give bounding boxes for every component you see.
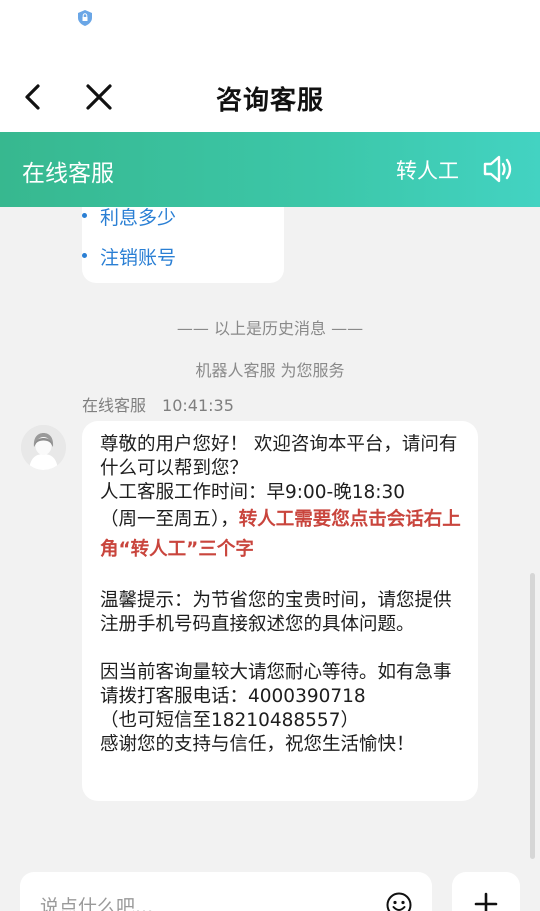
history-menu-card: 利息多少 注销账号 (81, 207, 284, 283)
history-menu-item[interactable]: 注销账号 (81, 243, 176, 270)
sender-name: 在线客服 (82, 396, 147, 415)
status-bar (0, 0, 540, 36)
message-text: 人工客服工作时间：早9:00-晚18:30 (100, 482, 406, 503)
scrollbar[interactable] (530, 573, 535, 859)
speaker-icon[interactable] (482, 154, 514, 184)
message-text: 因当前客询量较大请您耐心等待。如有急事请拨打客服电话：4000390718 (100, 662, 452, 707)
avatar (21, 425, 66, 470)
user-avatar-icon (21, 425, 66, 470)
message-input[interactable]: 说点什么吧... (20, 872, 432, 911)
input-placeholder: 说点什么吧... (40, 896, 154, 911)
title-bar: 咨询客服 (0, 36, 540, 132)
service-bar: 在线客服 转人工 (0, 132, 540, 207)
add-button[interactable] (452, 872, 520, 911)
message-time: 10:41:35 (162, 396, 234, 415)
service-title: 在线客服 (22, 161, 114, 187)
message-text: 感谢您的支持与信任，祝您生活愉快！ (100, 734, 415, 755)
transfer-to-human-button[interactable]: 转人工 (396, 155, 459, 185)
history-divider: —— 以上是历史消息 —— (176, 319, 364, 338)
plus-icon (474, 892, 498, 911)
message-text: 温馨提示：为节省您的宝贵时间，请您提供注册手机号码直接叙述您的具体问题。 (100, 590, 452, 635)
page-title: 咨询客服 (215, 86, 324, 116)
message-text: （周一至周五）， (100, 509, 239, 530)
robot-service-note: 机器人客服 为您服务 (195, 361, 345, 380)
message-text: 尊敬的用户您好！ 欢迎咨询本平台，请问有什么可以帮到您？ (100, 434, 458, 479)
history-menu-item[interactable]: 利息多少 (81, 207, 176, 230)
message-text: （周一至周五），转人工需要您点击会话右上角“转人工”三个字 (100, 505, 464, 565)
message-meta: 在线客服 10:41:35 (82, 392, 250, 416)
message-bubble: 尊敬的用户您好！ 欢迎咨询本平台，请问有什么可以帮到您？ 人工客服工作时间：早9… (82, 421, 478, 801)
message-text: （也可短信至18210488557） (100, 710, 359, 731)
lock-shield-icon (78, 10, 92, 26)
emoji-icon[interactable] (386, 892, 412, 911)
chat-area[interactable]: 利息多少 注销账号 —— 以上是历史消息 —— 机器人客服 为您服务 在线客服 1… (0, 207, 540, 867)
